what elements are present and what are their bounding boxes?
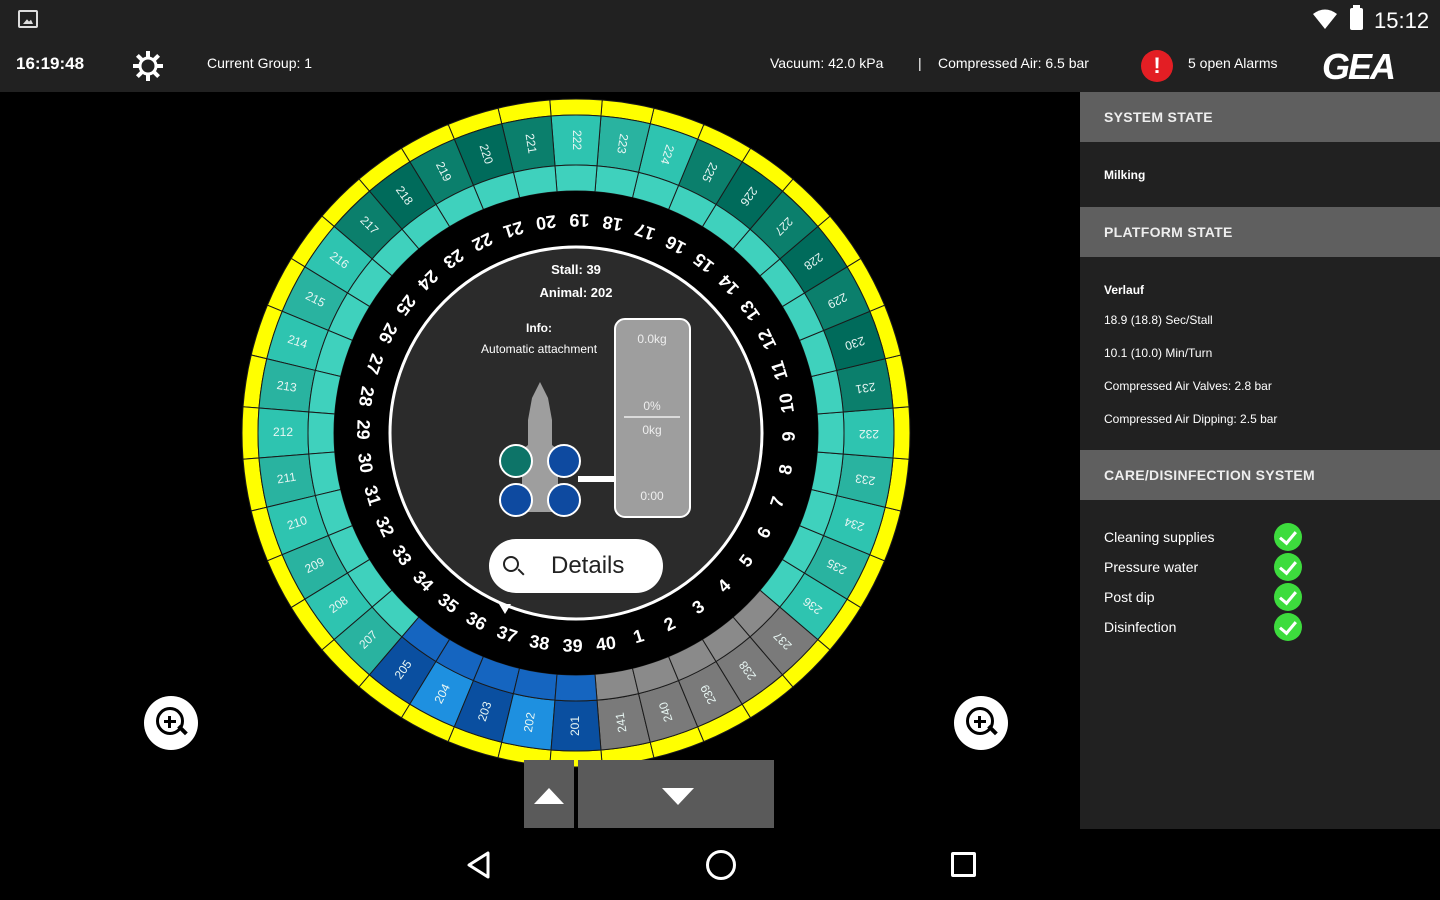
care-disinfection-header: CARE/DISINFECTION SYSTEM bbox=[1080, 450, 1440, 500]
carousel-rings: 241 2402392382372362352342332322312302292… bbox=[241, 98, 911, 768]
animal-label[interactable]: 222 bbox=[570, 130, 584, 150]
check-icon bbox=[1274, 583, 1302, 611]
back-icon[interactable] bbox=[466, 851, 492, 879]
animal-label[interactable]: 212 bbox=[273, 425, 293, 439]
yield-kg: 0kg bbox=[642, 423, 661, 437]
gea-logo: GEA bbox=[1322, 46, 1396, 87]
compressed-air-dipping: Compressed Air Dipping: 2.5 bar bbox=[1104, 412, 1278, 426]
animal-label[interactable]: 232 bbox=[859, 427, 879, 441]
details-button[interactable]: Details bbox=[489, 539, 663, 593]
stall-number[interactable]: 19 bbox=[569, 210, 589, 230]
stall-number[interactable]: 39 bbox=[562, 636, 582, 656]
state-panel: SYSTEM STATE Milking PLATFORM STATE Verl… bbox=[1080, 92, 1440, 829]
image-notification-icon bbox=[18, 10, 38, 28]
yield-percent: 0% bbox=[643, 399, 661, 413]
stall-info: Stall: 39 bbox=[551, 262, 601, 277]
android-nav-bar bbox=[0, 829, 1440, 900]
yield-top: 0.0kg bbox=[637, 332, 666, 346]
care-item-post-dip: Post dip bbox=[1104, 589, 1155, 605]
yellow-ring-segment bbox=[892, 406, 911, 460]
stall-number[interactable]: 40 bbox=[595, 632, 618, 655]
current-group: Current Group: 1 bbox=[207, 55, 313, 71]
system-state-value: Milking bbox=[1104, 168, 1146, 182]
stall-strip-segment bbox=[554, 164, 598, 193]
stall-number[interactable]: 18 bbox=[601, 212, 624, 235]
rotate-up-button[interactable] bbox=[524, 760, 574, 828]
stall-strip-segment bbox=[816, 411, 845, 455]
stall-number[interactable]: 29 bbox=[353, 419, 373, 439]
recent-apps-icon[interactable] bbox=[951, 852, 976, 877]
animal-label[interactable]: 211 bbox=[276, 470, 297, 487]
info-text: Automatic attachment bbox=[481, 342, 598, 356]
search-icon bbox=[503, 556, 519, 572]
stall-number[interactable]: 10 bbox=[775, 392, 798, 415]
battery-icon bbox=[1350, 5, 1363, 30]
yield-time: 0:00 bbox=[640, 489, 664, 503]
rotate-down-button[interactable] bbox=[578, 760, 774, 828]
care-item-disinfection: Disinfection bbox=[1104, 619, 1177, 635]
sec-per-stall: 18.9 (18.8) Sec/Stall bbox=[1104, 313, 1213, 327]
open-alarms-link[interactable]: 5 open Alarms bbox=[1188, 55, 1278, 71]
yellow-ring-segment bbox=[549, 98, 603, 117]
app-header: 16:19:48 Current Group: 1 Vacuum: 42.0 k… bbox=[0, 40, 1440, 92]
verlauf-label: Verlauf bbox=[1104, 283, 1145, 297]
stall-strip-segment bbox=[554, 673, 598, 702]
stall-strip-segment bbox=[307, 411, 336, 455]
status-clock: 15:12 bbox=[1374, 8, 1430, 33]
check-icon bbox=[1274, 553, 1302, 581]
alarm-icon[interactable]: ! bbox=[1141, 50, 1173, 82]
check-icon bbox=[1274, 523, 1302, 551]
wifi-icon bbox=[1313, 9, 1337, 29]
platform-state-header: PLATFORM STATE bbox=[1080, 207, 1440, 257]
stall-number[interactable]: 9 bbox=[779, 431, 799, 441]
animal-label[interactable]: 201 bbox=[568, 716, 582, 736]
animal-info: Animal: 202 bbox=[540, 285, 613, 300]
compressed-air-valves: Compressed Air Valves: 2.8 bar bbox=[1104, 379, 1272, 393]
stall-number[interactable]: 38 bbox=[528, 631, 551, 654]
care-item-pressure-water: Pressure water bbox=[1104, 559, 1199, 575]
zoom-in-left-button[interactable] bbox=[144, 696, 198, 750]
stall-number[interactable]: 28 bbox=[355, 385, 378, 408]
stall-number[interactable]: 30 bbox=[354, 452, 377, 475]
info-label: Info: bbox=[526, 321, 552, 335]
care-item-cleaning-supplies: Cleaning supplies bbox=[1104, 529, 1215, 545]
gear-icon[interactable] bbox=[130, 48, 166, 84]
home-icon[interactable] bbox=[706, 850, 736, 880]
min-per-turn: 10.1 (10.0) Min/Turn bbox=[1104, 346, 1213, 360]
system-time: 16:19:48 bbox=[16, 54, 85, 73]
milk-yield-gauge bbox=[614, 318, 691, 518]
zoom-in-icon-v bbox=[978, 716, 981, 728]
yellow-ring-segment bbox=[241, 406, 260, 460]
zoom-in-icon-v bbox=[168, 716, 171, 728]
check-icon bbox=[1274, 613, 1302, 641]
header-separator: | bbox=[918, 55, 922, 71]
stall-number[interactable]: 20 bbox=[535, 211, 558, 234]
system-state-header: SYSTEM STATE bbox=[1080, 92, 1440, 142]
details-button-label: Details bbox=[551, 552, 625, 579]
compressed-air-readout: Compressed Air: 6.5 bar bbox=[938, 55, 1089, 71]
android-status-bar: 15:12 bbox=[0, 0, 1440, 40]
vacuum-readout: Vacuum: 42.0 kPa bbox=[770, 55, 884, 71]
zoom-in-right-button[interactable] bbox=[954, 696, 1008, 750]
